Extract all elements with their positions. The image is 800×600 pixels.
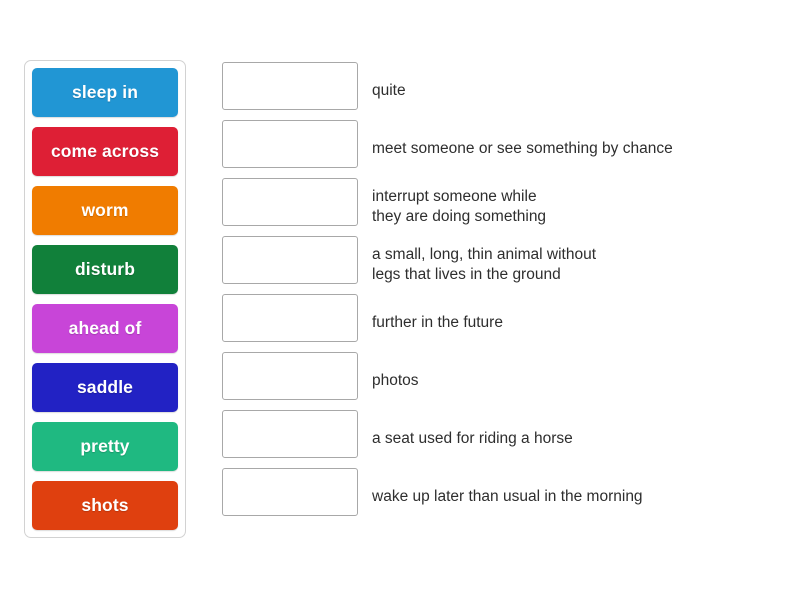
definition-text: a small, long, thin animal without legs … — [372, 246, 597, 283]
match-up-activity: sleep in come across worm disturb ahead … — [0, 0, 800, 600]
word-tile-label: ahead of — [68, 317, 142, 338]
drop-zone[interactable] — [222, 468, 358, 516]
definition-text: interrupt someone while they are doing s… — [372, 188, 547, 225]
definition-text: quite — [372, 82, 406, 99]
drop-zone[interactable] — [222, 410, 358, 458]
answer-list: quite meet someone or see something by c… — [222, 62, 782, 526]
drop-zone[interactable] — [222, 236, 358, 284]
drop-zone[interactable] — [222, 120, 358, 168]
drop-zone[interactable] — [222, 62, 358, 110]
answer-row: wake up later than usual in the morning — [222, 468, 782, 526]
word-tile-bank: sleep in come across worm disturb ahead … — [24, 60, 186, 538]
drop-zone[interactable] — [222, 178, 358, 226]
answer-row: a seat used for riding a horse — [222, 410, 782, 468]
word-tile[interactable]: sleep in — [32, 68, 178, 117]
answer-row: meet someone or see something by chance — [222, 120, 782, 178]
answer-row: photos — [222, 352, 782, 410]
definition-text: further in the future — [372, 314, 503, 331]
word-tile-label: saddle — [76, 376, 134, 397]
word-tile[interactable]: shots — [32, 481, 178, 530]
word-tile[interactable]: ahead of — [32, 304, 178, 353]
definition-text: meet someone or see something by chance — [372, 140, 673, 157]
word-tile-label: come across — [50, 140, 160, 161]
word-tile-label: disturb — [74, 258, 135, 279]
word-tile[interactable]: come across — [32, 127, 178, 176]
definition-text: photos — [372, 372, 419, 389]
word-tile-label: worm — [81, 199, 129, 220]
word-tile-label: pretty — [80, 435, 130, 456]
word-tile[interactable]: saddle — [32, 363, 178, 412]
word-tile[interactable]: pretty — [32, 422, 178, 471]
definition-text: a seat used for riding a horse — [372, 430, 573, 447]
answer-row: a small, long, thin animal without legs … — [222, 236, 782, 294]
answer-row: quite — [222, 62, 782, 120]
word-tile[interactable]: disturb — [32, 245, 178, 294]
word-tile[interactable]: worm — [32, 186, 178, 235]
drop-zone[interactable] — [222, 294, 358, 342]
answer-row: interrupt someone while they are doing s… — [222, 178, 782, 236]
word-tile-label: sleep in — [72, 81, 138, 102]
drop-zone[interactable] — [222, 352, 358, 400]
definition-text: wake up later than usual in the morning — [372, 488, 643, 505]
answer-row: further in the future — [222, 294, 782, 352]
word-tile-label: shots — [81, 494, 129, 515]
